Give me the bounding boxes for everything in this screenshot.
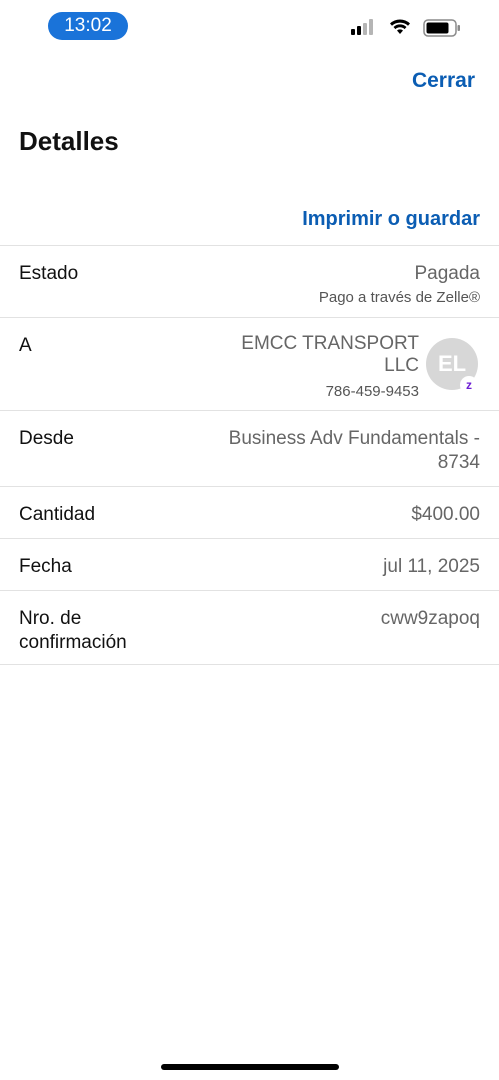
fecha-value: jul 11, 2025	[383, 556, 480, 577]
home-indicator[interactable]	[161, 1064, 339, 1070]
detail-row-fecha: Fecha jul 11, 2025	[0, 538, 499, 590]
status-bar: 13:02	[0, 0, 499, 54]
wifi-icon	[390, 19, 410, 34]
close-button[interactable]: Cerrar	[412, 69, 475, 93]
estado-label: Estado	[19, 263, 79, 284]
recipient-name-line1: EMCC TRANSPORT	[241, 333, 419, 354]
recipient-info: EMCC TRANSPORT LLC 786-459-9453	[219, 333, 419, 403]
detail-row-estado: Estado Pagada Pago a través de Zelle®	[0, 245, 499, 317]
recipient-name-line2: LLC	[384, 355, 419, 376]
confirmation-value: cww9zapoq	[380, 608, 480, 629]
desde-label: Desde	[19, 428, 74, 449]
page-title: Detalles	[19, 126, 119, 156]
detail-row-recipient: A EMCC TRANSPORT LLC 786-459-9453 EL z	[0, 317, 499, 410]
desde-value-line1: Business Adv Fundamentals -	[228, 428, 480, 449]
estado-value-group: Pagada Pago a través de Zelle®	[319, 262, 480, 308]
detail-row-desde: Desde Business Adv Fundamentals - 8734	[0, 410, 499, 486]
detail-row-cantidad: Cantidad $400.00	[0, 486, 499, 538]
print-or-save-button[interactable]: Imprimir o guardar	[302, 208, 480, 231]
signal-icon	[351, 19, 373, 35]
battery-icon	[423, 19, 460, 37]
cantidad-value: $400.00	[411, 504, 480, 525]
status-time[interactable]: 13:02	[48, 12, 128, 40]
recipient-label: A	[19, 335, 32, 356]
desde-value-group: Business Adv Fundamentals - 8734	[200, 427, 480, 475]
detail-row-confirmation: Nro. de confirmación cww9zapoq	[0, 590, 499, 665]
confirmation-label-line1: Nro. de	[19, 608, 82, 629]
zelle-badge-icon: z	[460, 376, 478, 394]
desde-value-line2: 8734	[437, 452, 480, 473]
confirmation-label-line2: confirmación	[19, 632, 127, 653]
recipient-phone: 786-459-9453	[325, 383, 419, 400]
estado-sub: Pago a través de Zelle®	[318, 289, 480, 306]
estado-value: Pagada	[414, 263, 480, 284]
confirmation-label: Nro. de confirmación	[19, 607, 159, 655]
cantidad-label: Cantidad	[19, 504, 96, 525]
fecha-label: Fecha	[19, 556, 72, 577]
details-list: Estado Pagada Pago a través de Zelle® A …	[0, 245, 499, 665]
screen: 13:02 Cerrar Detalles Imprimir o guardar	[0, 0, 499, 1080]
